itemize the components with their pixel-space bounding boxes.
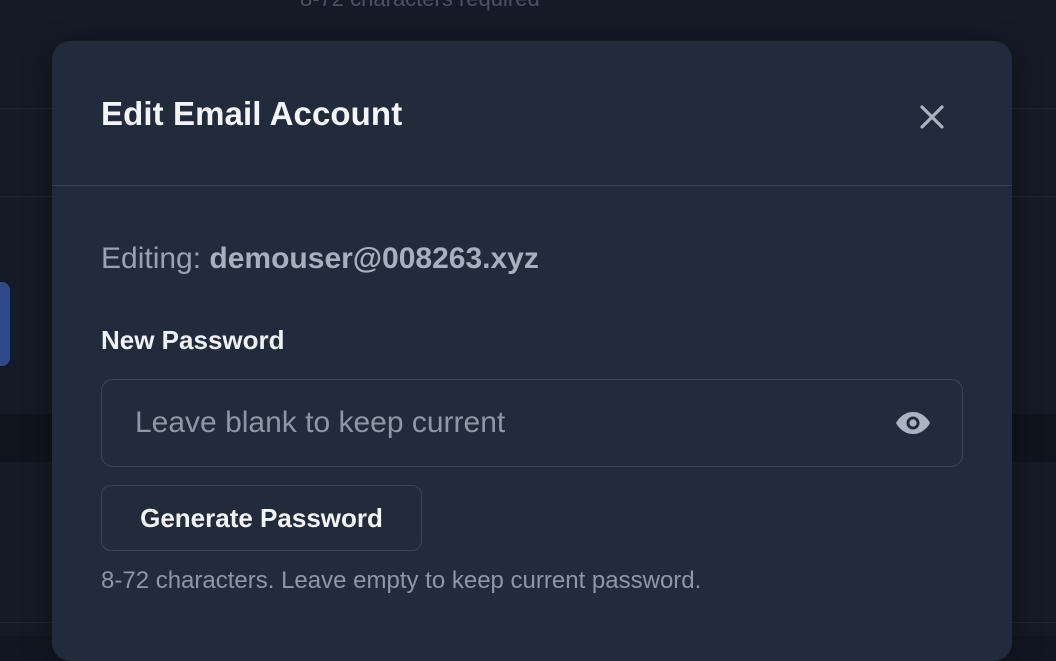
editing-account-line: Editing: demouser@008263.xyz [101, 242, 539, 276]
background-button-edge [0, 282, 10, 366]
eye-icon [896, 412, 930, 434]
background-hint-text: 8-72 characters required [300, 0, 540, 12]
new-password-field [101, 379, 963, 467]
edit-email-account-modal: Edit Email Account Editing: demouser@008… [52, 41, 1012, 661]
close-icon [920, 105, 944, 129]
new-password-input[interactable] [102, 380, 895, 466]
editing-email: demouser@008263.xyz [209, 242, 539, 275]
password-hint: 8-72 characters. Leave empty to keep cur… [101, 567, 702, 594]
modal-title: Edit Email Account [101, 95, 403, 132]
editing-label: Editing: [101, 242, 202, 275]
close-button[interactable] [914, 99, 950, 135]
new-password-label: New Password [101, 325, 285, 355]
toggle-password-visibility-button[interactable] [895, 405, 931, 441]
modal-header: Edit Email Account [52, 41, 1012, 186]
generate-password-button[interactable]: Generate Password [101, 485, 422, 551]
